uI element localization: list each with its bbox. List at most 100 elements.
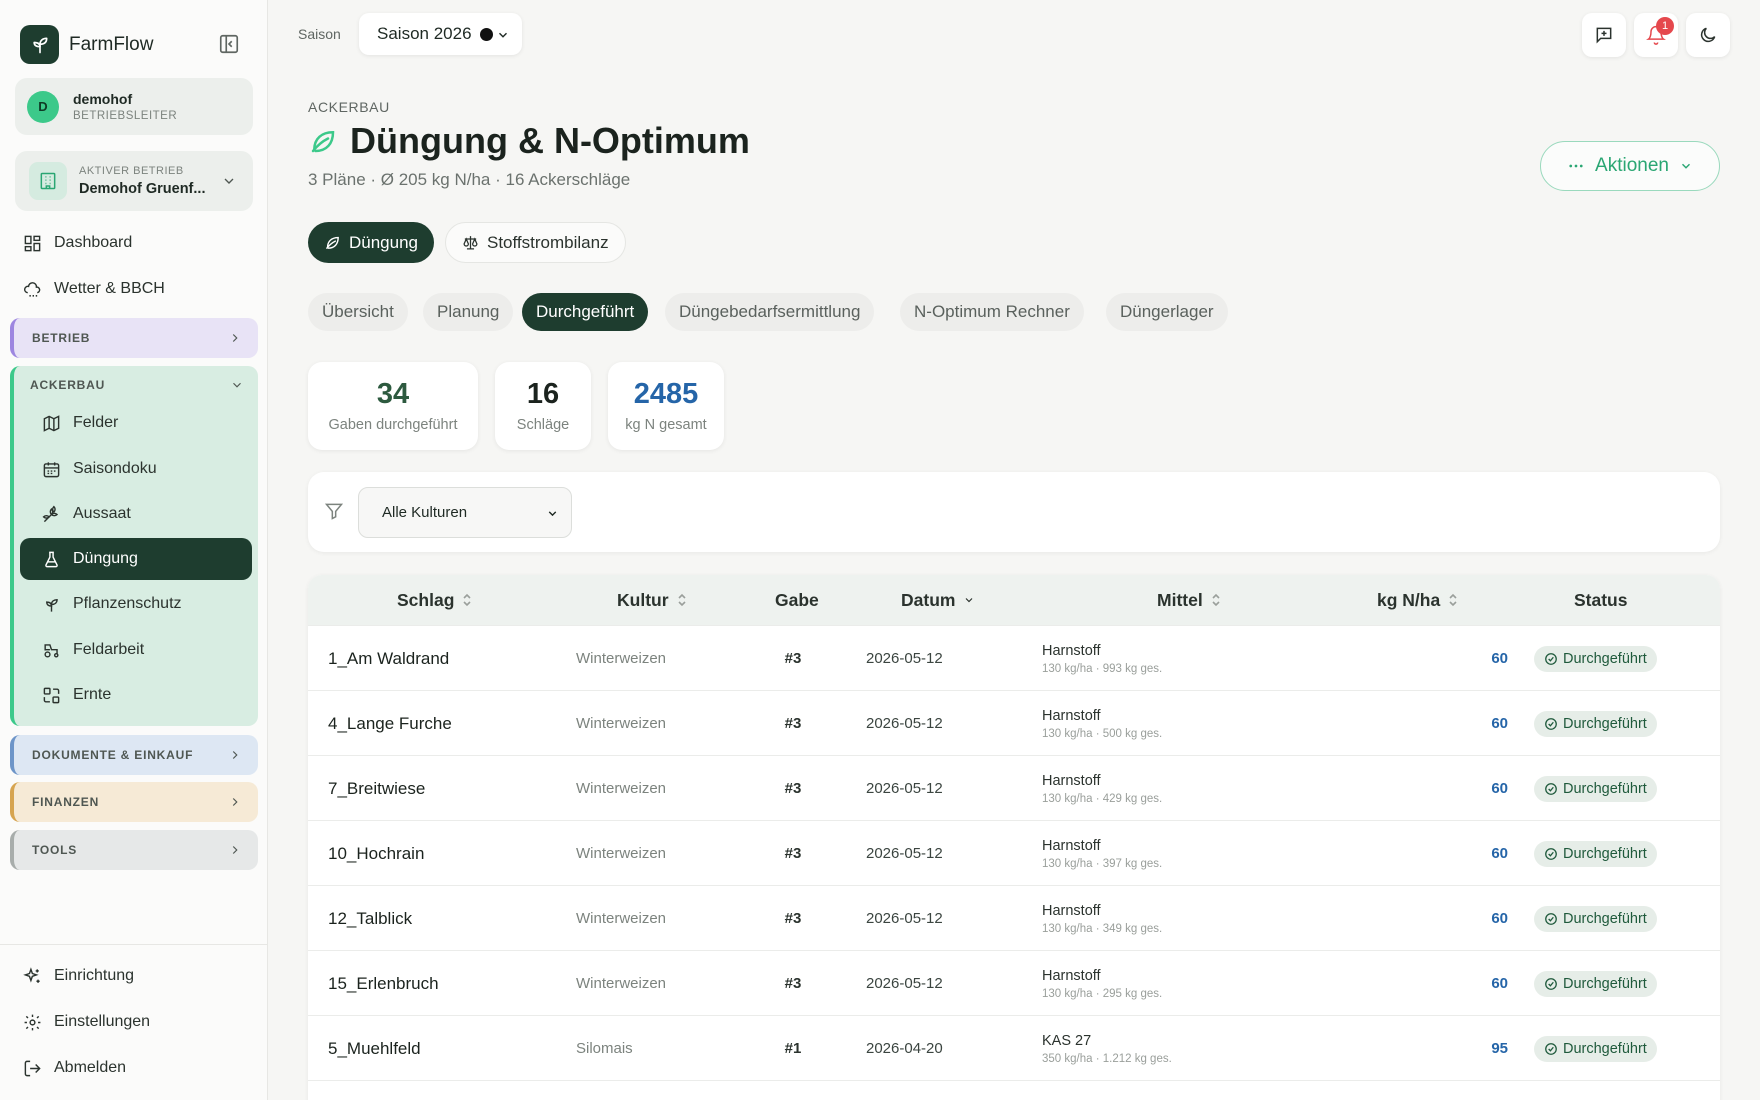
kultur-filter-select[interactable]: Alle Kulturen (358, 487, 572, 538)
tab-uebersicht[interactable]: Übersicht (308, 293, 408, 331)
cell-gabe: #3 (784, 650, 802, 667)
sidebar-item-feldarbeit[interactable]: Feldarbeit (20, 629, 252, 671)
table-row[interactable]: 4_Lange Furche Winterweizen #3 2026-05-12 Ha… (308, 690, 1720, 755)
chevron-down-icon (546, 507, 559, 520)
group-tools[interactable]: TOOLS (10, 830, 258, 870)
stat-value: 2485 (633, 378, 699, 410)
cell-status: Durchgeführt (1534, 756, 1657, 821)
status-label: Durchgeführt (1563, 910, 1647, 927)
tab-duengerlager[interactable]: Düngerlager (1106, 293, 1228, 331)
column-mittel[interactable]: Mittel (1157, 575, 1221, 625)
group-label[interactable]: ACKERBAU (30, 378, 105, 392)
tab-label: Stoffstrombilanz (487, 232, 609, 252)
column-label: Schlag (397, 589, 455, 610)
chevron-down-icon[interactable] (230, 378, 244, 392)
check-circle-icon (1544, 717, 1558, 731)
table-row[interactable]: 15_Erlenbruch Winterweizen #3 2026-05-12 Har… (308, 950, 1720, 1015)
sidebar-item-felder[interactable]: Felder (20, 402, 252, 444)
actions-button[interactable]: Aktionen (1540, 141, 1720, 191)
user-name: demohof (73, 91, 133, 107)
tab-stoffstrombilanz[interactable]: Stoffstrombilanz (445, 222, 626, 263)
nav-dashboard[interactable]: Dashboard (20, 223, 250, 263)
sidebar-item-aussaat[interactable]: Aussaat (20, 493, 252, 535)
table-row[interactable]: KAS 27 (308, 1080, 1720, 1100)
sidebar-item-label: Feldarbeit (73, 641, 145, 658)
notification-badge: 1 (1656, 17, 1674, 35)
cell-gabe (768, 1081, 818, 1100)
column-schlag[interactable]: Schlag (397, 575, 472, 625)
check-circle-icon (1544, 977, 1558, 991)
group-betrieb[interactable]: BETRIEB (10, 318, 258, 358)
nav-einstellungen[interactable]: Einstellungen (20, 1002, 250, 1042)
column-kg-n-ha[interactable]: kg N/ha (1377, 575, 1458, 625)
sidebar-collapse-icon[interactable] (218, 33, 242, 57)
cell-datum: 2026-05-12 (866, 715, 943, 732)
active-farm-selector[interactable]: AKTIVER BETRIEB Demohof Gruenf... (15, 151, 253, 211)
stat-label: kg N gesamt (625, 417, 707, 433)
tab-durchgefuehrt[interactable]: Durchgeführt (522, 293, 649, 331)
column-kultur[interactable]: Kultur (617, 575, 687, 625)
group-finanzen[interactable]: FINANZEN (10, 782, 258, 822)
cell-kg-n-ha: 60 (1491, 780, 1508, 797)
chevron-down-icon (221, 173, 237, 189)
table-row[interactable]: 1_Am Waldrand Winterweizen #3 2026-05-12 Har… (308, 625, 1720, 690)
group-label: FINANZEN (32, 795, 100, 809)
cell-status: Durchgeführt (1534, 886, 1657, 951)
cell-kg-n-ha: 60 (1491, 650, 1508, 667)
stat-kg-n: 2485 kg N gesamt (608, 362, 724, 450)
cell-gabe: #3 (784, 975, 802, 992)
feedback-button[interactable] (1582, 13, 1626, 57)
sidebar-item-label: Aussaat (73, 505, 131, 522)
check-circle-icon (1544, 912, 1558, 926)
cell-status: Durchgeführt (1534, 1016, 1657, 1081)
nav-abmelden[interactable]: Abmelden (20, 1048, 250, 1088)
cell-mittel: KAS 27 350 kg/ha · 1.212 kg ges. (1042, 1016, 1172, 1081)
avatar: D (27, 90, 59, 123)
cell-schlag: 4_Lange Furche (328, 713, 452, 733)
tab-planung[interactable]: Planung (423, 293, 514, 331)
application-table: Schlag Kultur Gabe Datum Mittel kg N/ha … (308, 575, 1720, 1100)
wheat-icon (42, 505, 61, 524)
season-value: Saison 2026 (377, 24, 472, 43)
tab-duengebedarfsermittlung[interactable]: Düngebedarfsermittlung (665, 293, 875, 331)
theme-toggle-button[interactable] (1686, 13, 1730, 57)
tab-duengung[interactable]: Düngung (308, 222, 435, 263)
table-row[interactable]: 5_Muehlfeld Silomais #1 2026-04-20 KAS 27 350… (308, 1015, 1720, 1080)
sidebar-item-duengung[interactable]: Düngung (20, 538, 252, 580)
check-circle-icon (1544, 652, 1558, 666)
check-circle-icon (1544, 1042, 1558, 1056)
mittel-detail: 130 kg/ha · 295 kg ges. (1042, 987, 1163, 1000)
tab-n-optimum-rechner[interactable]: N-Optimum Rechner (900, 293, 1084, 331)
sidebar-item-saisondoku[interactable]: Saisondoku (20, 448, 252, 490)
app-name: FarmFlow (69, 33, 154, 55)
sidebar-item-ernte[interactable]: Ernte (20, 674, 252, 716)
sprout-icon (42, 595, 61, 614)
cell-datum: 2026-05-12 (866, 975, 943, 992)
season-select[interactable]: Saison 2026 (359, 13, 522, 55)
main-content: Saison Saison 2026 1 ACKERBAU Düngung & … (268, 0, 1760, 1100)
stat-schlaege: 16 Schläge (495, 362, 591, 450)
cell-schlag: 15_Erlenbruch (328, 973, 439, 993)
cell-schlag: 7_Breitwiese (328, 778, 426, 798)
column-datum[interactable]: Datum (901, 575, 975, 625)
breadcrumb: ACKERBAU (308, 99, 390, 115)
table-row[interactable]: 10_Hochrain Winterweizen #3 2026-05-12 Harns… (308, 820, 1720, 885)
cell-kg-n-ha: 60 (1491, 975, 1508, 992)
nav-einrichtung[interactable]: Einrichtung (20, 956, 250, 996)
sidebar-item-pflanzenschutz[interactable]: Pflanzenschutz (20, 583, 252, 625)
group-dokumente[interactable]: DOKUMENTE & EINKAUF (10, 735, 258, 775)
table-header: Schlag Kultur Gabe Datum Mittel kg N/ha … (308, 575, 1720, 625)
nav-weather[interactable]: Wetter & BBCH (20, 269, 250, 309)
user-card[interactable]: D demohof BETRIEBSLEITER (15, 78, 253, 135)
table-row[interactable]: 7_Breitwiese Winterweizen #3 2026-05-12 Harn… (308, 755, 1720, 820)
cell-mittel: Harnstoff 130 kg/ha · 349 kg ges. (1042, 886, 1162, 951)
sidebar-item-label: Saisondoku (73, 460, 157, 477)
status-label: Durchgeführt (1563, 715, 1647, 732)
cell-status: Durchgeführt (1534, 626, 1657, 691)
column-label: kg N/ha (1377, 589, 1441, 610)
table-row[interactable]: 12_Talblick Winterweizen #3 2026-05-12 Harns… (308, 885, 1720, 950)
app-logo[interactable]: FarmFlow (20, 25, 153, 64)
notifications-button[interactable]: 1 (1634, 13, 1678, 57)
stat-label: Schläge (516, 417, 570, 433)
group-label: BETRIEB (32, 331, 91, 345)
